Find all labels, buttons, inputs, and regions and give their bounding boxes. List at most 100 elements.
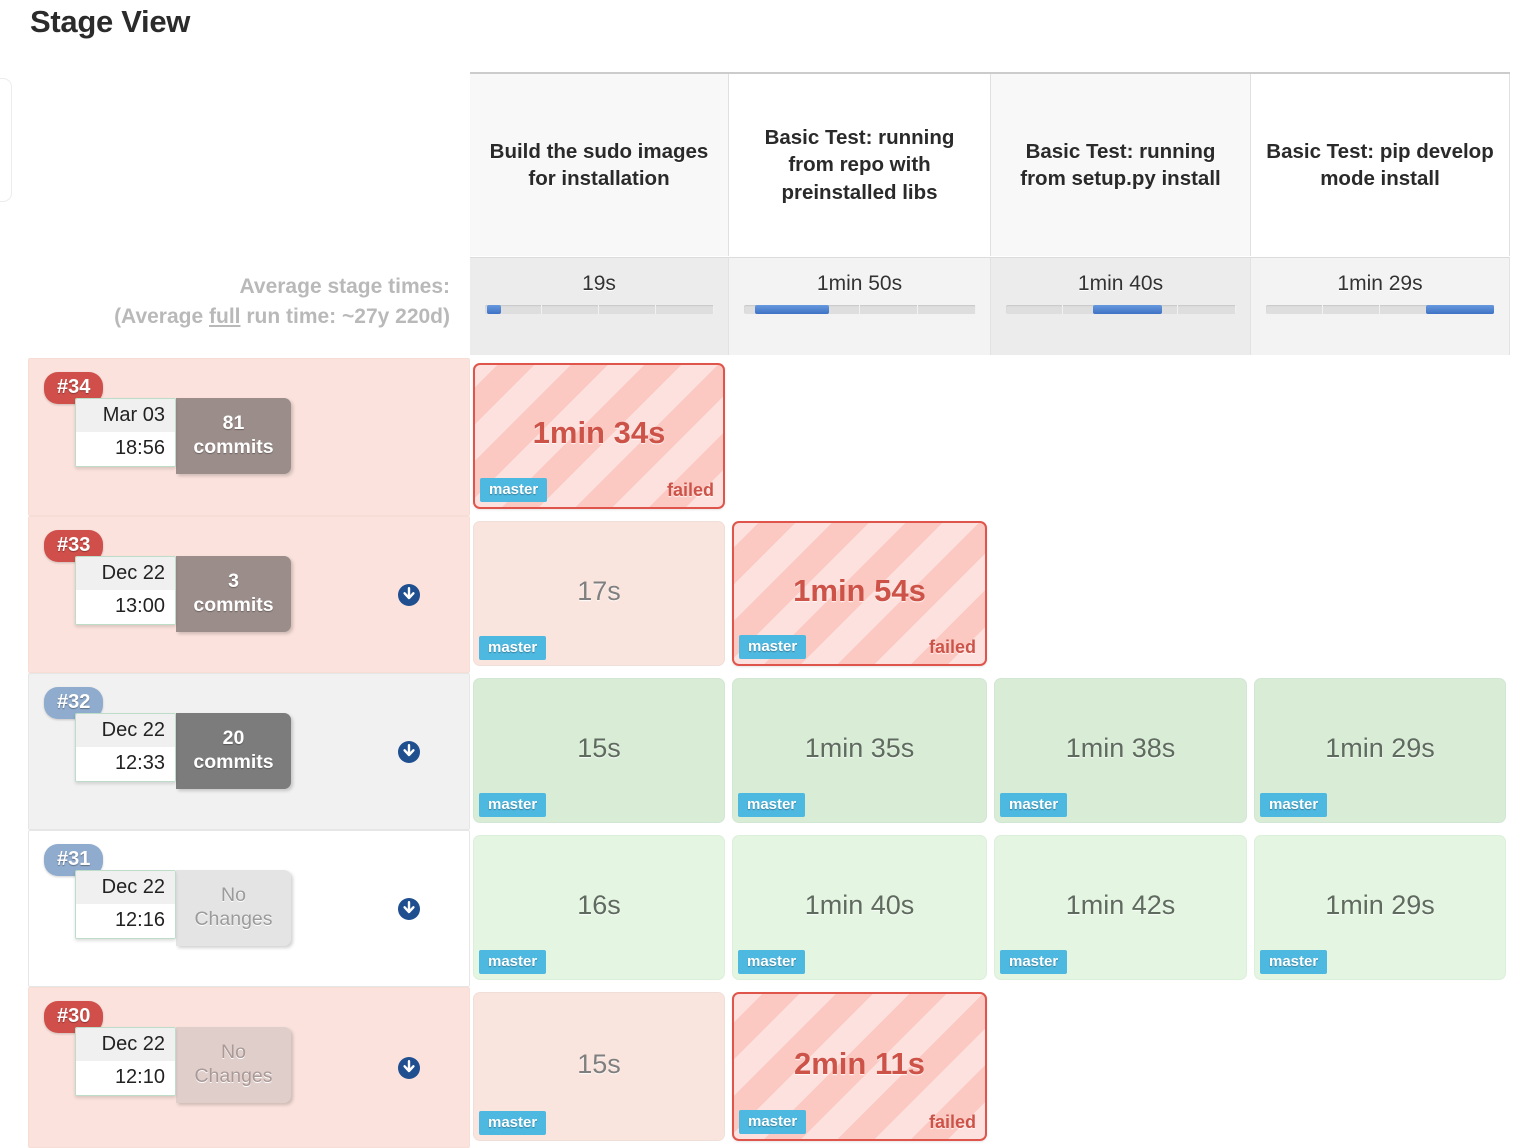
progress-segment xyxy=(599,305,656,314)
build-time: 18:56 xyxy=(76,432,175,466)
build-datetime[interactable]: Dec 2212:16 xyxy=(75,870,176,939)
branch-badge: master xyxy=(1000,793,1067,817)
stage-average-progress-bar xyxy=(744,305,976,314)
stage-average-progress-bar xyxy=(1266,305,1495,314)
stage-cell[interactable]: 1min 34smasterfailed xyxy=(473,363,725,509)
progress-segment xyxy=(860,305,918,314)
progress-fill xyxy=(487,305,501,314)
build-date: Dec 22 xyxy=(76,1028,175,1061)
stage-cell-duration: 1min 40s xyxy=(733,890,986,921)
stage-average-progress-bar xyxy=(1006,305,1236,314)
branch-badge: master xyxy=(1260,793,1327,817)
stage-header-1: Build the sudo images for installation xyxy=(470,74,729,256)
build-row[interactable]: #34Mar 0318:5681commits1min 34smasterfai… xyxy=(28,358,1510,516)
stage-cell-duration: 2min 11s xyxy=(734,1046,985,1082)
stage-cell[interactable]: 1min 38s master xyxy=(994,678,1247,823)
progress-segment xyxy=(1178,305,1236,314)
build-datetime[interactable]: Dec 2212:10 xyxy=(75,1027,176,1096)
stage-cell[interactable]: 1min 42s master xyxy=(994,835,1247,980)
stage-cell[interactable]: 17s master xyxy=(473,521,725,666)
stage-view-grid: Build the sudo images for installation 19… xyxy=(0,0,1536,1148)
stage-cell[interactable]: 2min 11smasterfailed xyxy=(732,992,987,1141)
stage-cell-duration: 15s xyxy=(474,733,724,764)
build-changes[interactable]: NoChanges xyxy=(176,870,291,946)
branch-badge: master xyxy=(479,636,546,660)
branch-badge: master xyxy=(738,950,805,974)
stage-average-time: 1min 29s xyxy=(1251,258,1509,296)
build-row[interactable]: #33Dec 2213:003commits17smaster1min 54sm… xyxy=(28,516,1510,673)
changes-label: commits xyxy=(193,436,273,460)
stage-status-label: failed xyxy=(929,1112,976,1133)
stage-header-4: Basic Test: pip develop mode install xyxy=(1251,74,1510,256)
changes-count: 20 xyxy=(193,727,273,751)
branch-badge: master xyxy=(738,793,805,817)
branch-badge: master xyxy=(1000,950,1067,974)
progress-fill xyxy=(1093,305,1162,314)
build-datetime[interactable]: Dec 2212:33 xyxy=(75,713,176,782)
download-artifacts-icon[interactable] xyxy=(396,582,422,608)
branch-badge: master xyxy=(739,635,806,659)
stage-header-3: Basic Test: running from setup.py instal… xyxy=(991,74,1251,256)
build-row[interactable]: #30Dec 2212:10NoChanges15smaster2min 11s… xyxy=(28,987,1510,1148)
progress-segment xyxy=(1323,305,1380,314)
stage-cell-duration: 1min 29s xyxy=(1255,733,1505,764)
progress-segment xyxy=(1266,305,1323,314)
stage-cell[interactable]: 15s master xyxy=(473,678,725,823)
stage-cell-duration: 17s xyxy=(474,576,724,607)
stage-average-time: 1min 50s xyxy=(729,258,990,296)
build-date: Dec 22 xyxy=(76,714,175,747)
build-changes[interactable]: 20commits xyxy=(176,713,291,789)
stage-status-label: failed xyxy=(929,637,976,658)
stage-average-4: 1min 29s xyxy=(1251,257,1510,355)
stage-header-label: Basic Test: running from repo with prein… xyxy=(741,124,978,206)
download-artifacts-icon[interactable] xyxy=(396,739,422,765)
stage-header-label: Build the sudo images for installation xyxy=(482,138,716,193)
stage-cell-duration: 1min 54s xyxy=(734,573,985,609)
stage-header-2: Basic Test: running from repo with prein… xyxy=(729,74,991,256)
stage-average-1: 19s xyxy=(470,257,729,355)
stage-cell-duration: 1min 35s xyxy=(733,733,986,764)
build-row[interactable]: #31Dec 2212:16NoChanges16smaster1min 40s… xyxy=(28,830,1510,987)
build-changes[interactable]: 81commits xyxy=(176,398,291,474)
changes-label: commits xyxy=(193,751,273,775)
stage-status-label: failed xyxy=(667,480,714,501)
branch-badge: master xyxy=(1260,950,1327,974)
progress-segment xyxy=(656,305,713,314)
stage-cell[interactable]: 1min 35s master xyxy=(732,678,987,823)
progress-fill xyxy=(755,305,829,314)
changes-count: No xyxy=(194,884,272,908)
stage-cell[interactable]: 1min 40s master xyxy=(732,835,987,980)
download-artifacts-icon[interactable] xyxy=(396,1055,422,1081)
stage-cell[interactable]: 15s master xyxy=(473,992,725,1141)
progress-segment xyxy=(918,305,976,314)
stage-cell-duration: 1min 38s xyxy=(995,733,1246,764)
stage-cell[interactable]: 16smaster xyxy=(473,835,725,980)
changes-count: No xyxy=(194,1041,272,1065)
build-datetime[interactable]: Mar 0318:56 xyxy=(75,398,176,467)
stage-average-2: 1min 50s xyxy=(729,257,991,355)
build-date: Mar 03 xyxy=(76,399,175,432)
build-changes[interactable]: NoChanges xyxy=(176,1027,291,1103)
stage-cell-duration: 1min 29s xyxy=(1255,890,1505,921)
build-time: 12:33 xyxy=(76,747,175,781)
stage-cell-duration: 1min 42s xyxy=(995,890,1246,921)
progress-segment xyxy=(1006,305,1064,314)
branch-badge: master xyxy=(479,1111,546,1135)
progress-segment xyxy=(542,305,599,314)
build-row[interactable]: #32Dec 2212:3320commits15smaster1min 35s… xyxy=(28,673,1510,830)
build-date: Dec 22 xyxy=(76,871,175,904)
stage-cell[interactable]: 1min 54s master failed xyxy=(732,521,987,666)
stage-cell[interactable]: 1min 29s master xyxy=(1254,835,1506,980)
stage-average-progress-bar xyxy=(485,305,714,314)
progress-fill xyxy=(1426,305,1495,314)
stage-cell[interactable]: 1min 29s master xyxy=(1254,678,1506,823)
stage-cell-duration: 15s xyxy=(474,1049,724,1080)
build-changes[interactable]: 3commits xyxy=(176,556,291,632)
download-artifacts-icon[interactable] xyxy=(396,896,422,922)
changes-count: 3 xyxy=(193,570,273,594)
stage-average-time: 19s xyxy=(470,258,728,296)
branch-badge: master xyxy=(479,793,546,817)
build-datetime[interactable]: Dec 2213:00 xyxy=(75,556,176,625)
stage-cell-duration: 16s xyxy=(474,890,724,921)
stage-header-label: Basic Test: running from setup.py instal… xyxy=(1003,138,1238,193)
